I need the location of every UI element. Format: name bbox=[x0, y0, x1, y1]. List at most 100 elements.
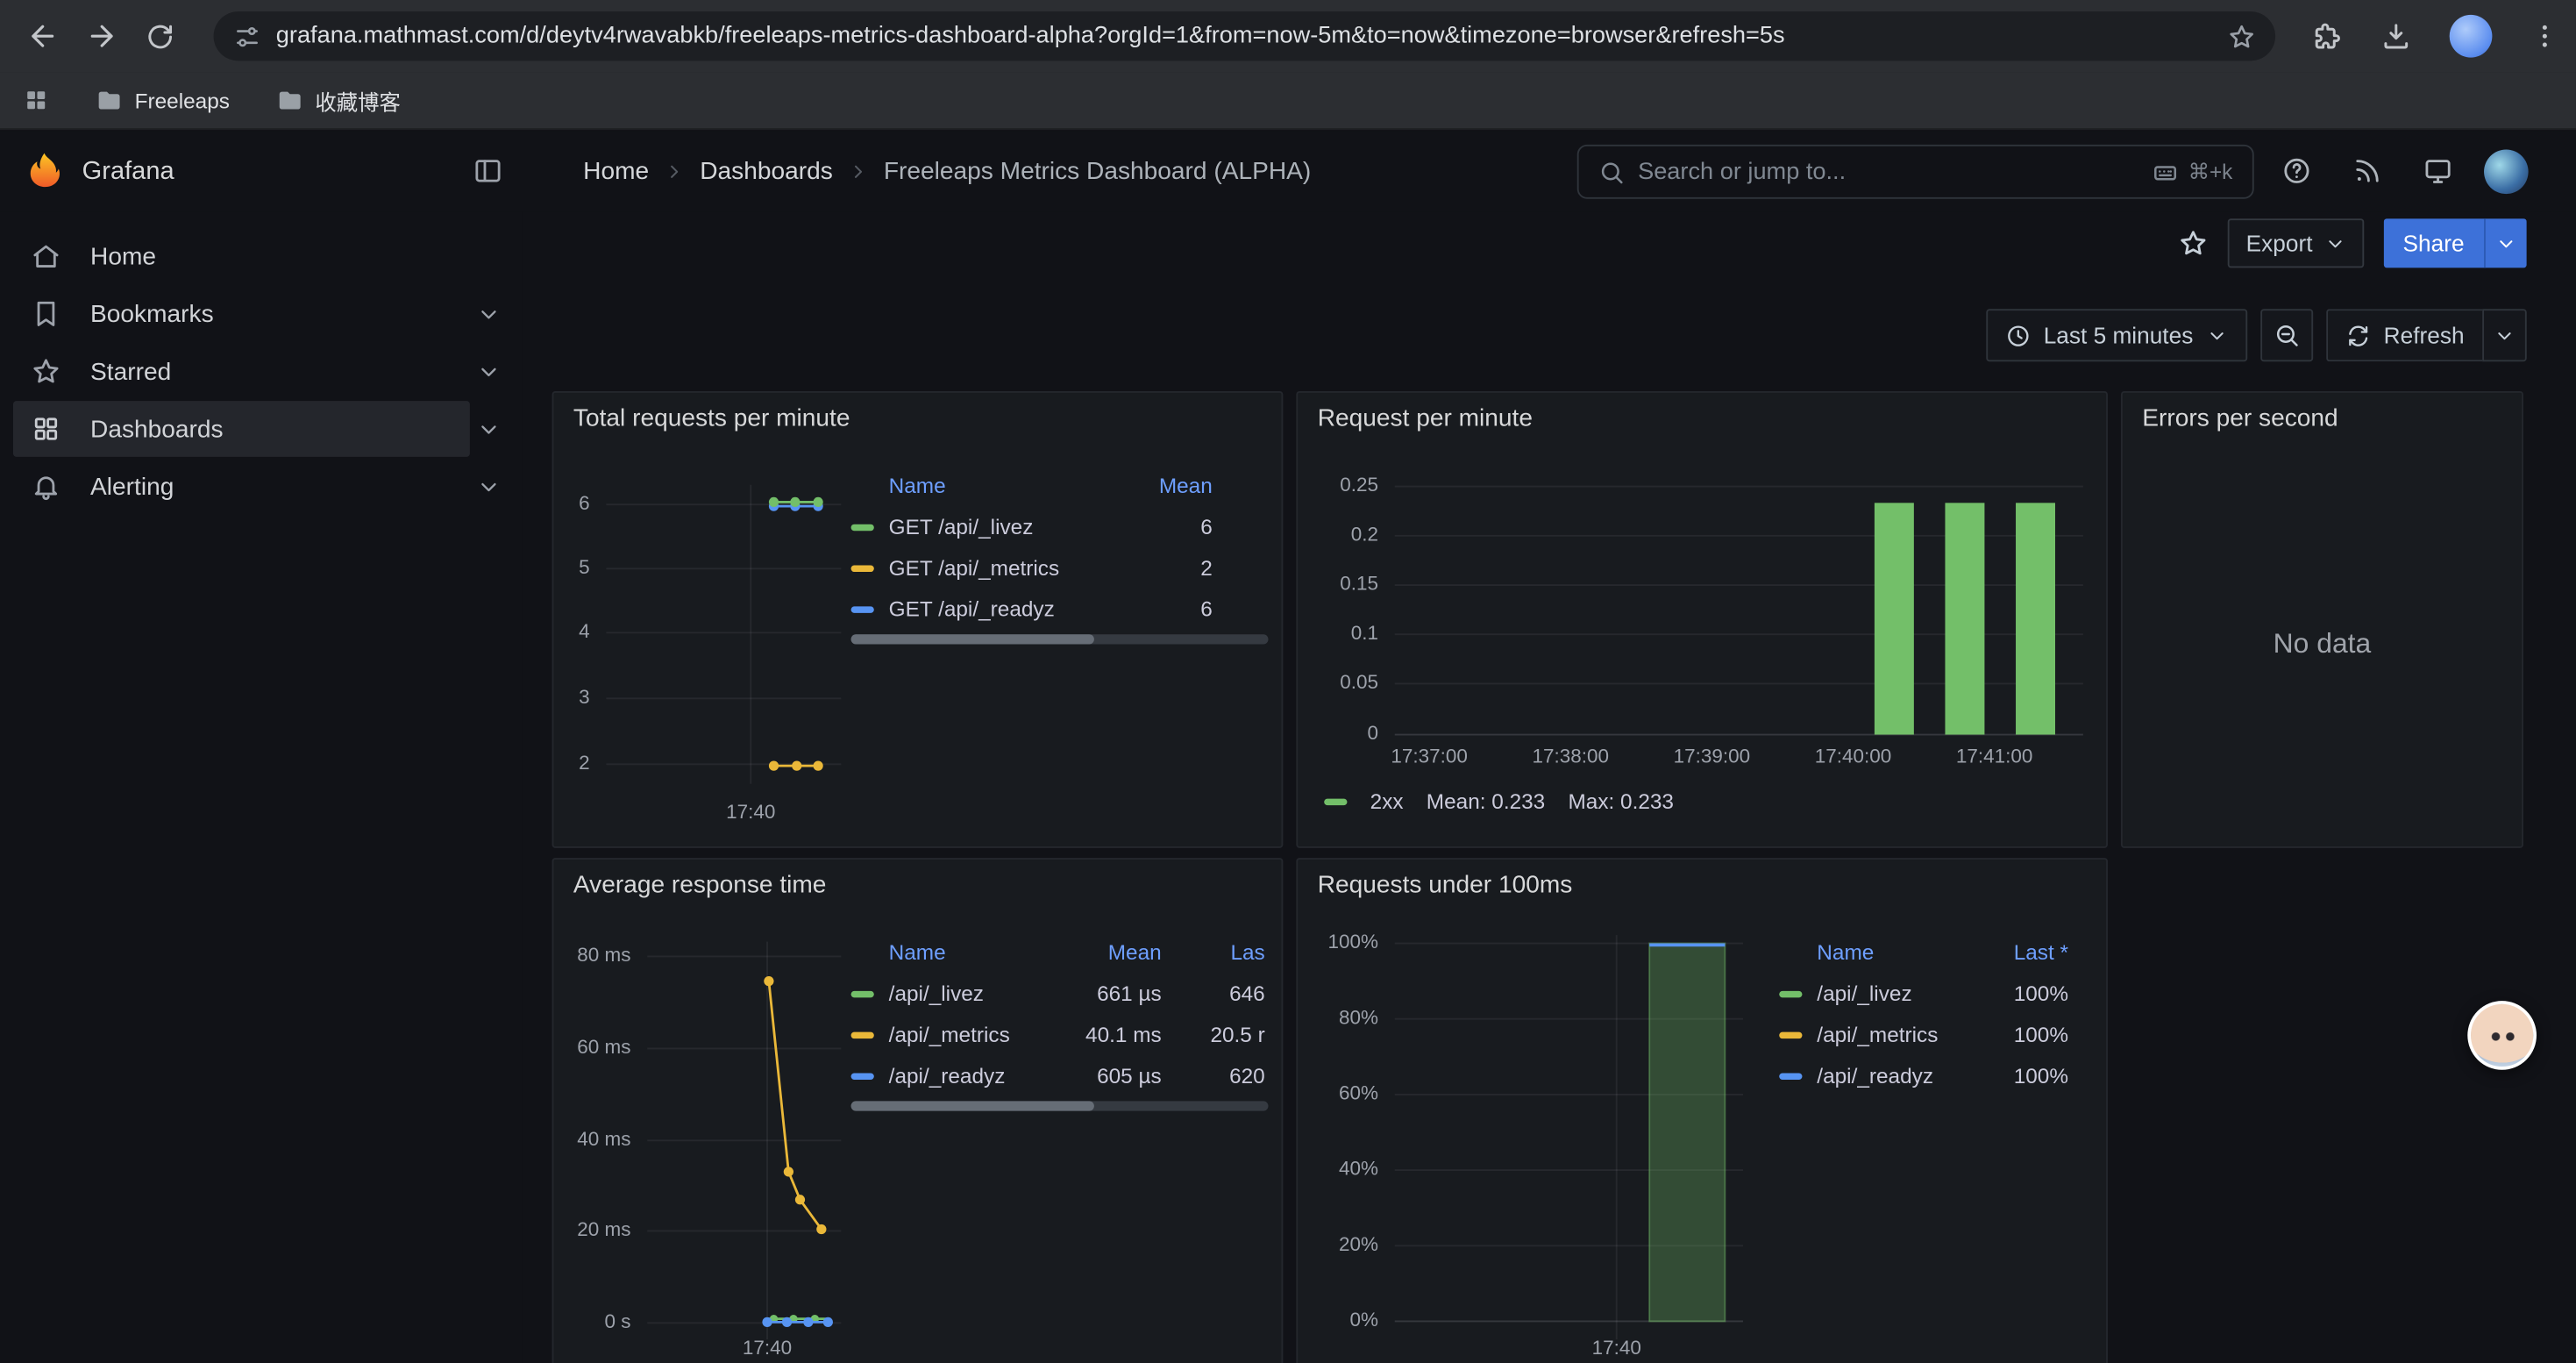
share-dropdown-button[interactable] bbox=[2484, 218, 2527, 268]
legend-row[interactable]: GET /api/_livez 6 bbox=[851, 506, 1269, 547]
sidebar: Home Bookmarks Starred Dashboards Alerti… bbox=[0, 212, 523, 1363]
legend-header-last[interactable]: Last * bbox=[1986, 940, 2068, 965]
legend-row[interactable]: /api/_livez 661 µs 646 bbox=[851, 973, 1269, 1014]
legend-row[interactable]: /api/_readyz 605 µs 620 bbox=[851, 1055, 1269, 1096]
help-icon[interactable] bbox=[2282, 156, 2312, 186]
chevron-down-icon bbox=[2324, 232, 2345, 253]
grafana-header: Grafana Home Dashboards Freeleaps Metric… bbox=[0, 132, 2576, 212]
legend-header-mean[interactable]: Mean bbox=[1130, 474, 1213, 498]
legend-row[interactable]: /api/_readyz 100% bbox=[1779, 1055, 2091, 1096]
apps-grid-icon[interactable] bbox=[23, 87, 49, 113]
share-button[interactable]: Share bbox=[2383, 218, 2484, 268]
sidebar-item-dashboards[interactable]: Dashboards bbox=[0, 401, 523, 457]
legend-header-mean[interactable]: Mean bbox=[1057, 940, 1162, 965]
sidebar-item-starred[interactable]: Starred bbox=[0, 344, 523, 400]
y-tick: 80% bbox=[1298, 1006, 1378, 1029]
zoom-out-icon bbox=[2274, 322, 2300, 348]
zoom-out-button[interactable] bbox=[2260, 309, 2313, 361]
series-label[interactable]: 2xx bbox=[1370, 789, 1404, 813]
x-tick: 17:38:00 bbox=[1515, 745, 1626, 767]
search-input[interactable] bbox=[1638, 159, 2152, 185]
dashboards-grid-icon bbox=[32, 414, 61, 444]
y-tick: 4 bbox=[553, 619, 589, 642]
forward-icon[interactable] bbox=[85, 19, 117, 52]
rss-icon[interactable] bbox=[2352, 156, 2382, 186]
sidebar-item-alerting[interactable]: Alerting bbox=[0, 459, 523, 515]
y-tick: 0.1 bbox=[1298, 621, 1378, 644]
folder-icon bbox=[275, 86, 303, 114]
scrollbar-thumb[interactable] bbox=[851, 634, 1094, 644]
chevron-down-icon[interactable] bbox=[476, 302, 501, 326]
breadcrumb-home[interactable]: Home bbox=[583, 158, 649, 186]
chevron-down-icon[interactable] bbox=[476, 359, 501, 383]
site-settings-icon[interactable] bbox=[233, 22, 261, 50]
search-shortcut: ⌘+k bbox=[2188, 159, 2233, 185]
request-per-minute-chart[interactable] bbox=[1298, 393, 2108, 848]
panel-title[interactable]: Errors per second bbox=[2142, 404, 2338, 432]
home-icon bbox=[32, 241, 61, 271]
series-color-icon bbox=[851, 605, 874, 611]
extensions-icon[interactable] bbox=[2311, 20, 2343, 52]
chevron-down-icon bbox=[2206, 325, 2227, 346]
series-color-icon bbox=[851, 1031, 874, 1038]
star-icon bbox=[32, 357, 61, 387]
downloads-icon[interactable] bbox=[2380, 20, 2412, 52]
refresh-interval-dropdown[interactable] bbox=[2482, 309, 2527, 361]
legend: 2xx Mean: 0.233 Max: 0.233 bbox=[1324, 789, 1674, 813]
legend-header-name[interactable]: Name bbox=[889, 940, 1057, 965]
scrollbar-thumb[interactable] bbox=[851, 1101, 1094, 1110]
export-button[interactable]: Export bbox=[2228, 218, 2364, 268]
legend-scrollbar[interactable] bbox=[851, 1101, 1269, 1110]
x-tick: 17:41:00 bbox=[1939, 745, 2050, 767]
series-color-icon bbox=[851, 565, 874, 571]
user-avatar[interactable] bbox=[2484, 150, 2529, 195]
time-range-picker[interactable]: Last 5 minutes bbox=[1986, 309, 2247, 361]
sidebar-item-home[interactable]: Home bbox=[0, 228, 523, 284]
y-tick: 80 ms bbox=[553, 944, 630, 967]
legend-row[interactable]: GET /api/_metrics 2 bbox=[851, 547, 1269, 589]
chevron-down-icon bbox=[2495, 232, 2516, 253]
bookmark-folder-freeleaps[interactable]: Freeleaps bbox=[96, 86, 230, 114]
legend-row[interactable]: /api/_livez 100% bbox=[1779, 973, 2091, 1014]
legend-header-name[interactable]: Name bbox=[1817, 940, 1986, 965]
legend-row[interactable]: /api/_metrics 100% bbox=[1779, 1014, 2091, 1055]
back-icon[interactable] bbox=[26, 19, 59, 52]
reload-icon[interactable] bbox=[145, 20, 176, 52]
legend-header-name[interactable]: Name bbox=[889, 474, 1130, 498]
assistant-avatar[interactable] bbox=[2467, 1001, 2537, 1070]
legend-scrollbar[interactable] bbox=[851, 634, 1269, 644]
search-box[interactable]: ⌘+k bbox=[1577, 145, 2254, 199]
y-tick: 20% bbox=[1298, 1232, 1378, 1255]
x-tick: 17:37:00 bbox=[1373, 745, 1484, 767]
chevron-down-icon[interactable] bbox=[476, 417, 501, 441]
refresh-button[interactable]: Refresh bbox=[2326, 309, 2482, 361]
dashboard-actions: Export Share bbox=[2179, 218, 2527, 268]
series-color-icon bbox=[1779, 1073, 1802, 1079]
share-button-group: Share bbox=[2383, 218, 2527, 268]
legend-header-last[interactable]: Las bbox=[1170, 940, 1265, 965]
browser-profile-avatar[interactable] bbox=[2450, 15, 2493, 58]
series-color-icon bbox=[851, 1073, 874, 1079]
bookmark-folder-blogs[interactable]: 收藏博客 bbox=[275, 84, 400, 116]
legend-row[interactable]: GET /api/_readyz 6 bbox=[851, 589, 1269, 630]
bell-icon bbox=[32, 472, 61, 502]
panel-errors-per-second: Errors per second No data bbox=[2121, 391, 2523, 848]
clock-icon bbox=[2006, 323, 2031, 347]
chevron-down-icon[interactable] bbox=[476, 475, 501, 499]
bookmark-star-icon[interactable] bbox=[2228, 22, 2256, 50]
grafana-logo-icon[interactable] bbox=[23, 150, 66, 193]
breadcrumb-dashboards[interactable]: Dashboards bbox=[700, 158, 833, 186]
url-text: grafana.mathmast.com/d/deytv4rwavabkb/fr… bbox=[276, 23, 2228, 49]
y-tick: 2 bbox=[553, 751, 589, 774]
display-icon[interactable] bbox=[2423, 156, 2453, 186]
sidebar-item-bookmarks[interactable]: Bookmarks bbox=[0, 286, 523, 342]
favorite-star-icon[interactable] bbox=[2179, 228, 2209, 258]
dock-sidebar-icon[interactable] bbox=[473, 156, 503, 186]
address-bar[interactable]: grafana.mathmast.com/d/deytv4rwavabkb/fr… bbox=[214, 11, 2275, 61]
y-tick: 0.05 bbox=[1298, 670, 1378, 693]
legend-table: Name Mean GET /api/_livez 6 GET /api/_me… bbox=[851, 465, 1269, 644]
legend-row[interactable]: /api/_metrics 40.1 ms 20.5 r bbox=[851, 1014, 1269, 1055]
y-tick: 60 ms bbox=[553, 1035, 630, 1058]
x-tick: 17:40 bbox=[718, 1336, 816, 1359]
browser-menu-icon[interactable] bbox=[2530, 21, 2559, 51]
